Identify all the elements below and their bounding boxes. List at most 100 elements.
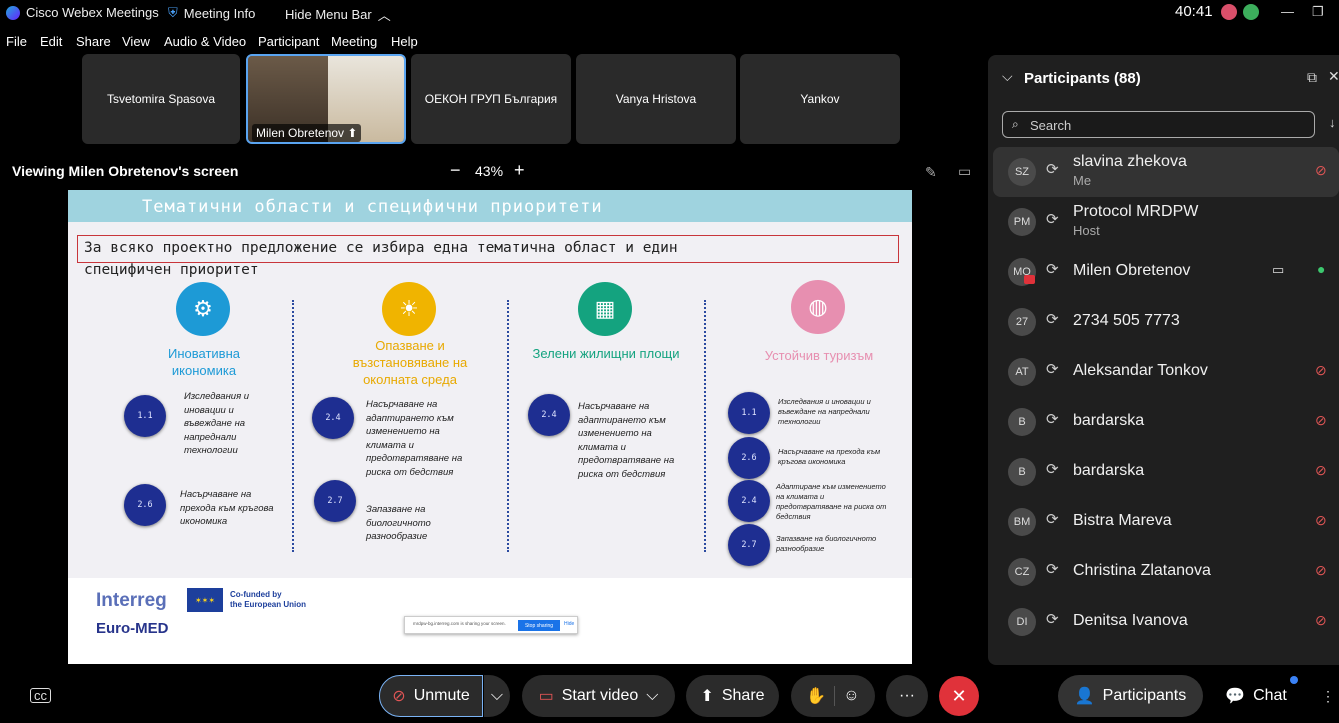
sharing-notice-text: mrdpw-bg.interreg.com is sharing your sc…	[413, 621, 506, 626]
participant-row[interactable]: MO ⟳ Milen Obretenov ▭ ●	[988, 247, 1339, 297]
more-panels-icon[interactable]: ⋮	[1321, 688, 1335, 705]
menu-help[interactable]: Help	[391, 34, 418, 49]
audio-options-chevron[interactable]: ⌵	[484, 675, 510, 717]
close-icon: ✕	[951, 685, 967, 706]
zoom-out-button[interactable]: −	[450, 160, 461, 181]
avatar: AT	[1008, 358, 1036, 386]
participant-row[interactable]: CZ ⟳ Christina Zlatanova ⊘	[988, 547, 1339, 597]
avatar: BM	[1008, 508, 1036, 536]
unmuted-mic-icon[interactable]: ●	[1317, 261, 1325, 277]
participant-row[interactable]: DI ⟳ Denitsa Ivanova ⊘	[988, 597, 1339, 647]
start-video-button[interactable]: ▭ Start video ⌵	[522, 675, 675, 717]
muted-mic-icon: ⊘	[392, 688, 406, 705]
close-panel-icon[interactable]: ✕	[1328, 68, 1339, 85]
collapse-chevron-icon[interactable]: ⌵	[1002, 68, 1013, 85]
muted-mic-icon[interactable]: ⊘	[1315, 412, 1327, 429]
menu-share[interactable]: Share	[76, 34, 111, 49]
avatar: B	[1008, 408, 1036, 436]
participants-button[interactable]: 👤 Participants	[1058, 675, 1203, 717]
column-divider	[292, 300, 294, 552]
participant-row[interactable]: B ⟳ bardarska ⊘	[988, 447, 1339, 497]
participant-row[interactable]: PM ⟳ Protocol MRDPW Host	[988, 197, 1339, 247]
participant-row[interactable]: B ⟳ bardarska ⊘	[988, 397, 1339, 447]
participants-panel-title: Participants (88)	[1024, 70, 1141, 87]
zoom-level[interactable]: 43%	[475, 163, 503, 179]
reactions-icon[interactable]: ☺	[843, 687, 859, 705]
participant-row[interactable]: AT ⟳ Aleksandar Tonkov ⊘	[988, 347, 1339, 397]
priority-badge: 2.4	[728, 480, 770, 522]
zoom-in-button[interactable]: +	[514, 160, 525, 181]
participants-panel: ⌵ Participants (88) ⧉ ✕ ⌕ Search ↓ SZ ⟳ …	[988, 55, 1339, 665]
chat-icon: 💬	[1225, 688, 1246, 705]
muted-mic-icon[interactable]: ⊘	[1315, 612, 1327, 629]
chat-button[interactable]: 💬 Chat	[1212, 675, 1300, 717]
share-button[interactable]: ⬆ Share	[686, 675, 779, 717]
stop-sharing-button[interactable]: Stop sharing	[518, 620, 560, 631]
minimize-icon[interactable]: —	[1281, 4, 1294, 19]
video-tile[interactable]: Yankov	[740, 54, 900, 144]
more-options-button[interactable]: ···	[886, 675, 928, 717]
search-input[interactable]: Search	[1030, 118, 1071, 133]
network-health-icon[interactable]	[1243, 4, 1259, 20]
raise-hand-icon[interactable]: ✋	[806, 686, 826, 706]
column-title: Иновативна икономика	[168, 346, 240, 378]
slide-intro-line1: За всяко проектно предложение се избира …	[84, 240, 678, 256]
column-title: Зелени жилищни площи	[532, 346, 680, 361]
participant-search[interactable]: ⌕ Search	[1002, 111, 1315, 138]
leave-meeting-button[interactable]: ✕	[939, 676, 979, 716]
innovation-icon: ⚙	[176, 282, 230, 336]
column-divider	[704, 300, 706, 552]
participant-name: Denitsa Ivanova	[1073, 612, 1188, 629]
unmute-button[interactable]: ⊘ Unmute	[379, 675, 483, 717]
popout-panel-icon[interactable]: ⧉	[1307, 69, 1317, 86]
muted-mic-icon[interactable]: ⊘	[1315, 362, 1327, 379]
menu-meeting[interactable]: Meeting	[331, 34, 377, 49]
priority-badge: 2.4	[312, 397, 354, 439]
meeting-info-button[interactable]: ⛨ Meeting Info	[168, 5, 255, 21]
video-tile[interactable]: Vanya Hristova	[576, 54, 736, 144]
participant-row[interactable]: 27 ⟳ 2734 505 7773	[988, 297, 1339, 347]
participant-role: Host	[1073, 223, 1100, 238]
tile-name-label: Milen Obretenov ⬆	[252, 124, 362, 142]
captions-icon[interactable]: cc	[30, 688, 51, 703]
more-icon: ···	[899, 687, 915, 704]
muted-mic-icon[interactable]: ⊘	[1315, 562, 1327, 579]
chevron-up-icon: ︿	[377, 8, 391, 23]
participant-name: Protocol MRDPW	[1073, 203, 1199, 220]
muted-mic-icon[interactable]: ⊘	[1315, 162, 1327, 179]
video-tile[interactable]: ОЕКОН ГРУП България	[411, 54, 571, 144]
hide-menu-bar-button[interactable]: Hide Menu Bar ︿	[285, 5, 391, 24]
eu-flag-icon: ✶✶✶	[187, 588, 223, 612]
recording-icon[interactable]	[1221, 4, 1237, 20]
restore-icon[interactable]: ❐	[1312, 4, 1324, 20]
muted-mic-icon[interactable]: ⊘	[1315, 512, 1327, 529]
menu-view[interactable]: View	[122, 34, 150, 49]
title-bar: Cisco Webex Meetings ⛨ Meeting Info Hide…	[0, 0, 1339, 26]
divider	[834, 686, 836, 706]
video-on-icon: ▭	[1272, 262, 1285, 277]
muted-mic-icon[interactable]: ⊘	[1315, 462, 1327, 479]
menu-file[interactable]: File	[6, 34, 27, 49]
video-tile-active-speaker[interactable]: Milen Obretenov ⬆	[246, 54, 406, 144]
priority-text: Насърчаване на прехода към кръгова иконо…	[778, 447, 881, 466]
app-title: Cisco Webex Meetings	[6, 5, 159, 20]
menu-audio-video[interactable]: Audio & Video	[164, 34, 246, 49]
column-divider	[507, 300, 509, 552]
participant-row[interactable]: SZ ⟳ slavina zhekova Me ⊘	[988, 147, 1339, 197]
video-tile[interactable]: Tsvetomira Spasova	[82, 54, 240, 144]
participant-name: bardarska	[1073, 462, 1145, 479]
audio-sync-icon: ⟳	[1046, 461, 1059, 478]
priority-text: Изследвания и иновации и въвеждане на на…	[184, 391, 250, 456]
people-icon: 👤	[1074, 688, 1095, 705]
slide-title: Тематични области и специфични приоритет…	[142, 197, 603, 217]
sort-icon[interactable]: ↓	[1329, 115, 1336, 130]
interreg-logo: Interreg	[96, 590, 167, 611]
hide-notice-button[interactable]: Hide	[564, 621, 574, 627]
avatar: SZ	[1008, 158, 1036, 186]
annotate-icon[interactable]: ✎	[925, 164, 937, 181]
menu-participant[interactable]: Participant	[258, 34, 319, 49]
participant-row[interactable]: BM ⟳ Bistra Mareva ⊘	[988, 497, 1339, 547]
chevron-down-icon: ⌵	[646, 687, 659, 704]
menu-edit[interactable]: Edit	[40, 34, 62, 49]
popout-screen-icon[interactable]: ▭	[958, 163, 971, 180]
